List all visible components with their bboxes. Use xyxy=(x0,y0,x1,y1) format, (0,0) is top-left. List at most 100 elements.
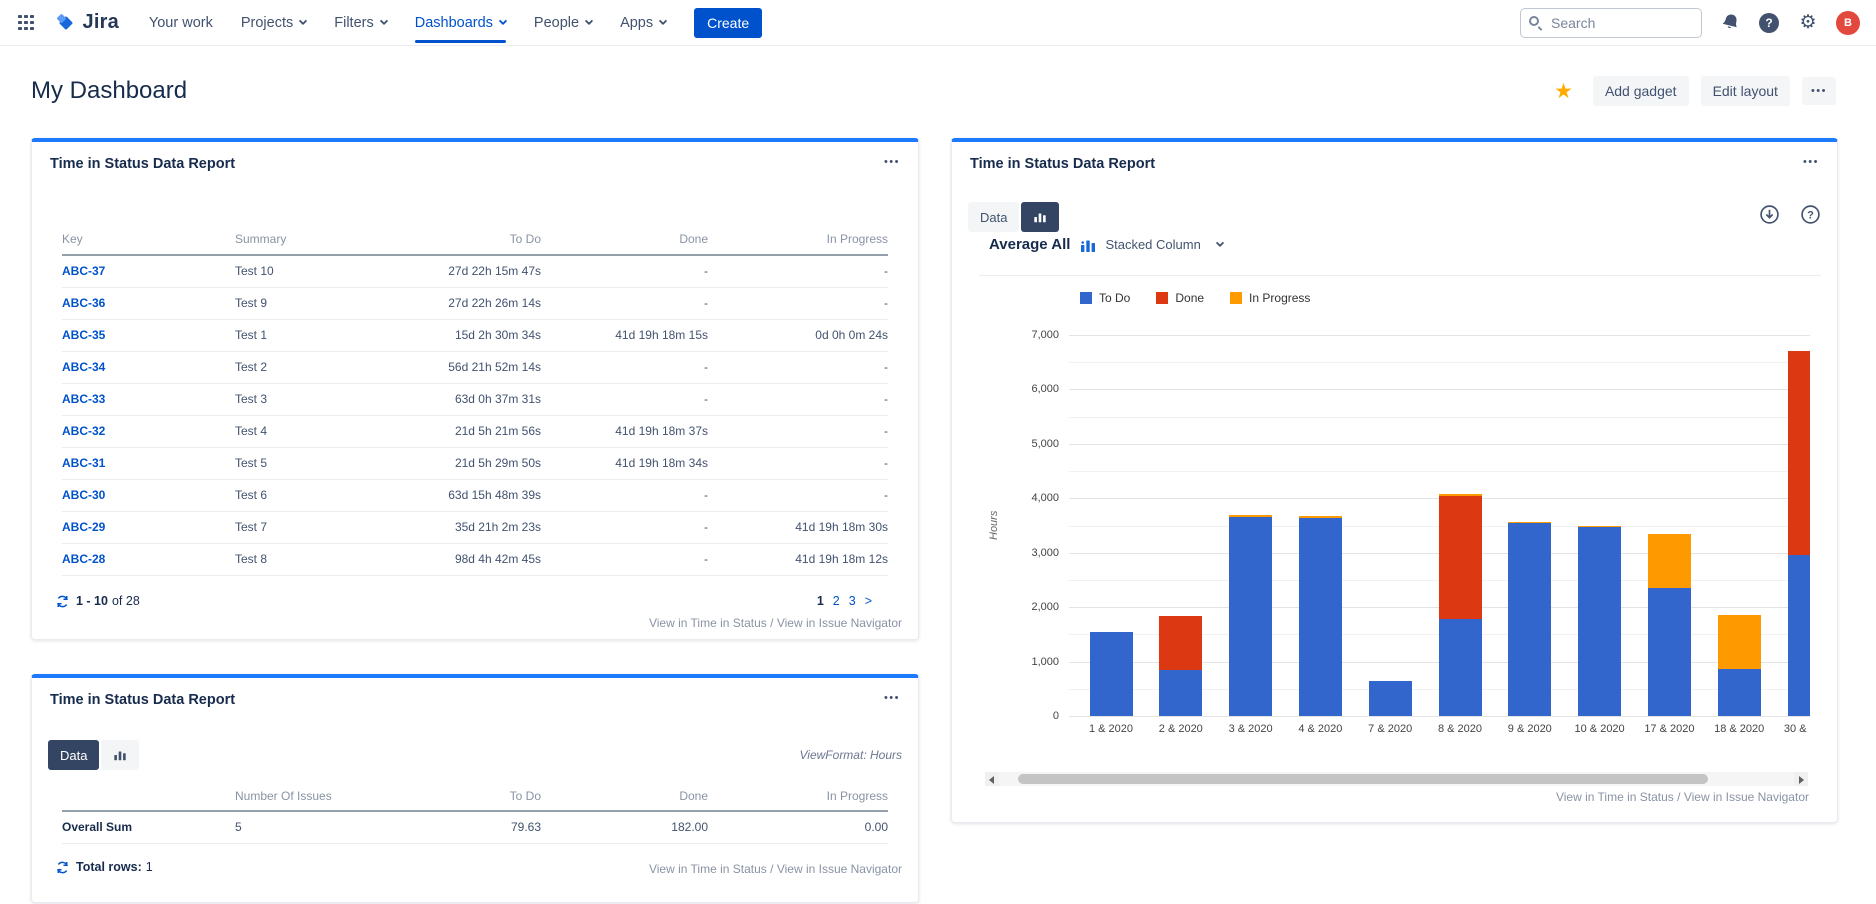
tab-chart[interactable] xyxy=(1021,202,1059,232)
chart-legend: To DoDoneIn Progress xyxy=(1080,291,1310,305)
bar-segment-to-do xyxy=(1578,527,1621,716)
legend-entry: Done xyxy=(1156,291,1204,305)
chart-help-icon[interactable]: ? xyxy=(1800,204,1821,225)
todo-cell: 79.63 xyxy=(410,811,541,843)
issue-key-link[interactable]: ABC-37 xyxy=(62,264,105,278)
issue-key-link[interactable]: ABC-35 xyxy=(62,328,105,342)
chart-type-dropdown[interactable]: Stacked Column xyxy=(1080,237,1222,253)
gadget-title: Time in Status Data Report xyxy=(970,156,1155,172)
issue-key-link[interactable]: ABC-29 xyxy=(62,520,105,534)
refresh-icon[interactable] xyxy=(56,595,69,608)
scroll-track[interactable] xyxy=(999,772,1794,786)
jira-logo[interactable]: Jira xyxy=(54,11,119,35)
issue-key-link[interactable]: ABC-31 xyxy=(62,456,105,470)
view-in-time-in-status-link[interactable]: View in Time in Status xyxy=(649,862,767,876)
view-in-time-in-status-link[interactable]: View in Time in Status xyxy=(649,616,767,630)
view-in-time-in-status-link[interactable]: View in Time in Status xyxy=(1556,790,1674,804)
time-cell: 21d 5h 21m 56s xyxy=(410,415,541,447)
tab-data[interactable]: Data xyxy=(968,202,1019,232)
col-header-number-of-issues: Number Of Issues xyxy=(235,784,410,811)
refresh-icon[interactable] xyxy=(56,861,69,874)
help-icon[interactable]: ? xyxy=(1758,12,1780,34)
time-cell: 63d 15h 48m 39s xyxy=(410,479,541,511)
tab-data[interactable]: Data xyxy=(48,740,99,770)
legend-swatch xyxy=(1156,292,1168,304)
table-row: ABC-32Test 421d 5h 21m 56s41d 19h 18m 37… xyxy=(62,415,888,447)
summary-cell: Test 7 xyxy=(235,511,410,543)
time-cell: 41d 19h 18m 37s xyxy=(541,415,708,447)
view-in-issue-navigator-link[interactable]: View in Issue Navigator xyxy=(777,862,902,876)
download-icon[interactable] xyxy=(1759,204,1780,225)
col-header-empty xyxy=(62,784,235,811)
page-1-current: 1 xyxy=(817,594,824,608)
x-tick-label: 17 & 2020 xyxy=(1634,723,1704,735)
gridline xyxy=(1069,716,1810,717)
scroll-left-arrow-icon[interactable] xyxy=(985,772,999,786)
legend-swatch xyxy=(1080,292,1092,304)
user-avatar[interactable]: B xyxy=(1836,11,1860,35)
search-box xyxy=(1520,8,1702,38)
time-cell: 41d 19h 18m 30s xyxy=(708,511,888,543)
scroll-right-arrow-icon[interactable] xyxy=(1794,772,1808,786)
y-tick-label: 7,000 xyxy=(1031,329,1059,341)
issue-key-link[interactable]: ABC-36 xyxy=(62,296,105,310)
gadget-footer-links: View in Time in Status / View in Issue N… xyxy=(649,862,902,876)
key-cell: ABC-37 xyxy=(62,255,235,287)
col-header-key: Key xyxy=(62,226,235,255)
favorite-star-icon[interactable]: ★ xyxy=(1554,81,1573,102)
nav-item-your-work[interactable]: Your work xyxy=(149,0,213,46)
issue-key-link[interactable]: ABC-33 xyxy=(62,392,105,406)
nav-item-projects[interactable]: Projects xyxy=(241,0,306,46)
chart-plot-clip: 1 & 20202 & 20203 & 20204 & 20207 & 2020… xyxy=(1069,335,1810,747)
notifications-bell-icon[interactable] xyxy=(1719,12,1741,34)
table-row: ABC-35Test 115d 2h 30m 34s41d 19h 18m 15… xyxy=(62,319,888,351)
tab-chart[interactable] xyxy=(101,740,139,770)
key-cell: ABC-29 xyxy=(62,511,235,543)
create-button[interactable]: Create xyxy=(694,8,762,38)
gadget-time-in-status-summary: Time in Status Data Report ••• Data View… xyxy=(31,674,919,903)
app-switcher-icon[interactable] xyxy=(18,15,34,31)
dashboard-more-button[interactable]: ••• xyxy=(1802,77,1836,105)
nav-item-dashboards[interactable]: Dashboards xyxy=(415,0,506,46)
view-in-issue-navigator-link[interactable]: View in Issue Navigator xyxy=(777,616,902,630)
settings-gear-icon[interactable]: ⚙ xyxy=(1797,12,1819,34)
table-row: ABC-36Test 927d 22h 26m 14s-- xyxy=(62,287,888,319)
bar-segment-to-do xyxy=(1788,555,1811,716)
page-3-link[interactable]: 3 xyxy=(849,594,856,608)
issue-key-link[interactable]: ABC-30 xyxy=(62,488,105,502)
page-2-link[interactable]: 2 xyxy=(833,594,840,608)
gadget-menu-button[interactable]: ••• xyxy=(880,152,904,172)
issue-key-link[interactable]: ABC-34 xyxy=(62,360,105,374)
y-tick-label: 0 xyxy=(1053,710,1059,722)
edit-layout-button[interactable]: Edit layout xyxy=(1701,76,1790,106)
add-gadget-button[interactable]: Add gadget xyxy=(1593,76,1689,106)
nav-item-filters[interactable]: Filters xyxy=(334,0,386,46)
table-row: ABC-34Test 256d 21h 52m 14s-- xyxy=(62,351,888,383)
issue-key-link[interactable]: ABC-32 xyxy=(62,424,105,438)
issues-table: Key Summary To Do Done In Progress ABC-3… xyxy=(62,226,888,576)
gadget-menu-button[interactable]: ••• xyxy=(880,688,904,708)
gridline xyxy=(1069,389,1810,390)
gadget-menu-button[interactable]: ••• xyxy=(1799,152,1823,172)
time-cell: 98d 4h 42m 45s xyxy=(410,543,541,575)
pagination-range: 1 - 10 xyxy=(76,594,108,608)
time-cell: 15d 2h 30m 34s xyxy=(410,319,541,351)
scroll-thumb[interactable] xyxy=(1018,774,1708,784)
nav-item-apps[interactable]: Apps xyxy=(620,0,666,46)
gadget-time-in-status-chart: Time in Status Data Report ••• Data ? Av… xyxy=(951,138,1838,823)
time-cell: 41d 19h 18m 34s xyxy=(541,447,708,479)
nav-item-people[interactable]: People xyxy=(534,0,592,46)
col-header-summary: Summary xyxy=(235,226,410,255)
time-cell: - xyxy=(708,255,888,287)
table-row: ABC-37Test 1027d 22h 15m 47s-- xyxy=(62,255,888,287)
view-in-issue-navigator-link[interactable]: View in Issue Navigator xyxy=(1684,790,1809,804)
issue-key-link[interactable]: ABC-28 xyxy=(62,552,105,566)
legend-swatch xyxy=(1230,292,1242,304)
total-rows-value: 1 xyxy=(146,860,153,874)
chart-horizontal-scrollbar[interactable] xyxy=(985,772,1808,786)
done-cell: 182.00 xyxy=(541,811,708,843)
search-input[interactable] xyxy=(1520,8,1702,38)
bar-segment-to-do xyxy=(1229,517,1272,716)
key-cell: ABC-32 xyxy=(62,415,235,447)
page-next-link[interactable]: > xyxy=(865,594,872,608)
